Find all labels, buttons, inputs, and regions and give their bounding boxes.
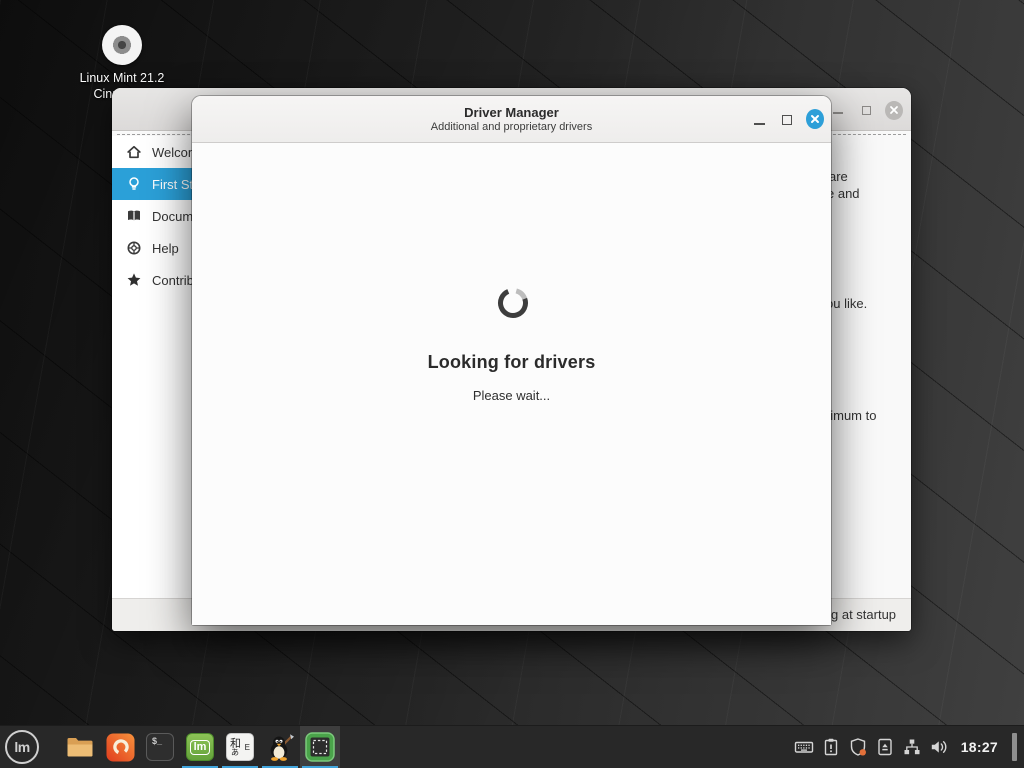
terminal-icon: $_ [146,733,174,761]
sidebar-item-label: Help [152,241,179,256]
maximize-icon [862,106,871,115]
close-icon [885,101,903,120]
mint-menu-button[interactable]: lm [2,727,42,767]
update-manager-tray-icon[interactable] [821,737,841,757]
speaker-icon [929,737,949,757]
show-at-startup-label[interactable]: g at startup [831,607,896,622]
welcome-minimize-button[interactable] [829,101,847,119]
ime-glyph-sub1: あ [231,747,239,758]
volume-tray-icon[interactable] [929,737,949,757]
minimize-icon [754,123,765,125]
maximize-icon [782,115,792,125]
driver-manager-content: Looking for drivers Please wait... [192,144,831,625]
system-tray: 18:27 [794,733,1024,761]
taskbar-window-driver-manager[interactable] [260,726,300,768]
window-title: Driver Manager [192,96,831,120]
input-method-icon: 和 あ E [226,733,254,761]
content-text-fragment: e and [827,186,860,201]
ime-glyph-sub2: E [245,743,250,752]
removable-drives-tray-icon[interactable] [875,737,895,757]
screenshot-app-icon [305,732,335,762]
tux-penguin-icon [266,733,294,761]
taskbar-window-input-method[interactable]: 和 あ E [220,726,260,768]
window-subtitle: Additional and proprietary drivers [192,121,831,133]
book-icon [126,208,142,224]
loading-spinner-icon [495,285,531,321]
files-launcher[interactable] [60,726,100,768]
taskbar-clock[interactable]: 18:27 [961,739,998,755]
disc-icon [102,25,142,65]
welcome-maximize-button[interactable] [857,101,875,119]
keyboard-icon [794,737,814,757]
driver-manager-titlebar[interactable]: Driver Manager Additional and proprietar… [192,96,831,143]
firefox-launcher[interactable] [100,726,140,768]
help-lifebuoy-icon [126,240,142,256]
taskbar: lm [0,725,1024,768]
linux-mint-app-icon: lm [186,733,214,761]
desktop-icon-label-line1: Linux Mint 21.2 [58,70,186,86]
home-icon [126,144,142,160]
eject-drive-icon [875,737,895,757]
terminal-launcher[interactable]: $_ [140,726,180,768]
network-icon [902,737,922,757]
star-icon [126,272,142,288]
taskbar-launchers: $_ lm 和 あ E [60,726,340,768]
mint-logo-icon: lm [5,730,39,764]
mint-monogram-glyph: lm [190,740,211,755]
driver-manager-close-button[interactable] [806,110,824,128]
lightbulb-icon [126,176,142,192]
terminal-prompt-glyph: $_ [152,736,162,746]
network-tray-icon[interactable] [902,737,922,757]
firewall-tray-icon[interactable] [848,737,868,757]
driver-manager-maximize-button[interactable] [778,111,796,129]
minimize-icon [833,112,843,114]
folder-icon [66,735,94,759]
driver-manager-window: Driver Manager Additional and proprietar… [192,96,831,625]
content-text-fragment: ou like. [826,296,867,311]
show-desktop-button[interactable] [1012,733,1017,761]
taskbar-window-screenshot[interactable] [300,726,340,768]
status-heading: Looking for drivers [192,352,831,373]
driver-manager-minimize-button[interactable] [750,111,768,129]
shield-alert-icon [848,737,868,757]
close-icon [806,109,824,129]
taskbar-window-mint-welcome[interactable]: lm [180,726,220,768]
keyboard-layout-tray-icon[interactable] [794,737,814,757]
welcome-close-button[interactable] [885,101,903,119]
desktop-background: Linux Mint 21.2 Cinnamon [0,0,1024,768]
mint-logo-glyph: lm [14,739,29,755]
content-text-fragment: nimum to [823,408,876,423]
firefox-icon [106,733,135,762]
clipboard-alert-icon [821,737,841,757]
content-text-fragment: are [829,169,848,184]
status-message: Please wait... [192,388,831,403]
